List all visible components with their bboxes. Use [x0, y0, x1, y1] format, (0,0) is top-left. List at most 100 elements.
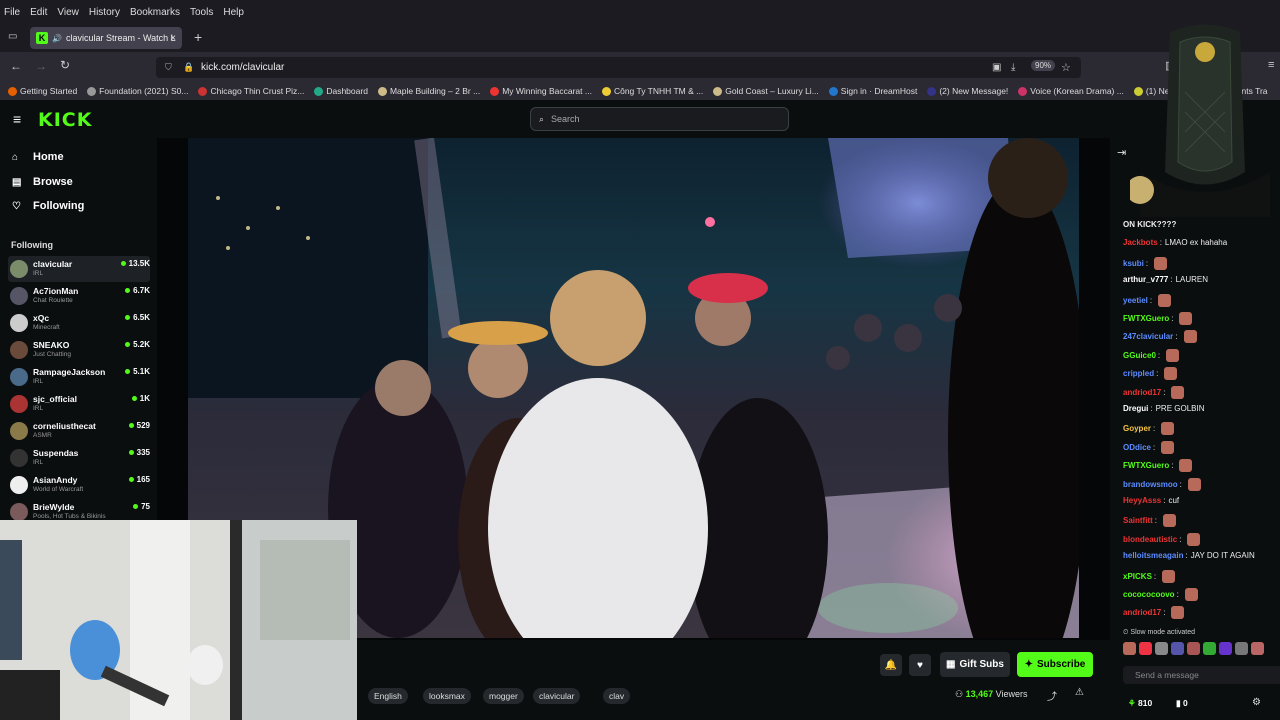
menu-item[interactable]: Help: [223, 7, 244, 18]
new-tab-icon[interactable]: +: [194, 29, 202, 45]
tab-active[interactable]: K 🔊 clavicular Stream - Watch L ×: [30, 27, 182, 49]
stream-tag[interactable]: clavicular: [533, 688, 581, 704]
search-input[interactable]: ⌕ Search: [530, 107, 789, 131]
chat-username[interactable]: HeyyAsss: [1123, 496, 1161, 505]
bookmark-item[interactable]: Voice (Korean Drama) ...: [1018, 86, 1124, 96]
reload-icon[interactable]: ↻: [60, 58, 70, 72]
chat-username[interactable]: arthur_v777: [1123, 275, 1168, 284]
emote-icon[interactable]: [1171, 642, 1184, 655]
chat-username[interactable]: yeetiel: [1123, 296, 1148, 305]
emote-icon[interactable]: [1187, 642, 1200, 655]
chat-username[interactable]: Goyper: [1123, 424, 1151, 433]
chat-username[interactable]: ODdice: [1123, 443, 1151, 452]
emote-icon[interactable]: [1235, 642, 1248, 655]
nav-following[interactable]: ♡ Following: [12, 200, 84, 212]
close-tab-icon[interactable]: ×: [170, 33, 176, 44]
chat-settings-icon[interactable]: ⚙: [1252, 697, 1261, 708]
url-bar[interactable]: ⛉ 🔒 kick.com/clavicular 90% ▣ ⤓ ☆: [156, 57, 1081, 78]
avatar: [10, 368, 28, 386]
chat-username[interactable]: xPICKS: [1123, 572, 1152, 581]
nav-browse[interactable]: ▤ Browse: [12, 176, 73, 188]
tab-list-icon[interactable]: ▭: [8, 31, 17, 42]
bookmark-item[interactable]: Chicago Thin Crust Piz...: [198, 86, 304, 96]
chat-username[interactable]: Saintfitt: [1123, 516, 1153, 525]
audio-icon[interactable]: 🔊: [52, 34, 62, 43]
chat-username[interactable]: Dregui: [1123, 404, 1148, 413]
chat-username[interactable]: blondeautistic: [1123, 535, 1177, 544]
emote-icon[interactable]: [1139, 642, 1152, 655]
chat-username[interactable]: FWTXGuero: [1123, 314, 1169, 323]
bookmark-item[interactable]: Dashboard: [314, 86, 368, 96]
report-icon[interactable]: ⚠: [1075, 687, 1084, 698]
bookmark-item[interactable]: Maple Building – 2 Br ...: [377, 86, 480, 96]
bookmark-item[interactable]: Sign in · DreamHost: [828, 86, 917, 96]
channel-name: Suspendas: [33, 448, 79, 458]
reader-mode-icon[interactable]: ▣: [992, 62, 1001, 73]
stream-tag[interactable]: English: [368, 688, 408, 704]
chat-username[interactable]: crippled: [1123, 369, 1154, 378]
chat-username[interactable]: FWTXGuero: [1123, 461, 1169, 470]
shield-icon[interactable]: ⛉: [165, 62, 172, 73]
channel-points[interactable]: ⚘ 810: [1128, 698, 1152, 709]
kick-logo[interactable]: KICK: [38, 109, 92, 131]
chat-username[interactable]: cocococoovo: [1123, 590, 1175, 599]
download-icon[interactable]: ⤓: [1011, 62, 1015, 73]
back-icon[interactable]: ←: [10, 59, 22, 73]
bookmark-star-icon[interactable]: ☆: [1061, 61, 1071, 74]
chat-message: andriod17:: [1123, 606, 1185, 620]
stream-tag[interactable]: looksmax: [423, 688, 471, 704]
bookmark-favicon-icon: [927, 86, 937, 96]
notification-bell-button[interactable]: 🔔: [880, 654, 902, 676]
menu-item[interactable]: Tools: [190, 7, 213, 18]
bookmark-item[interactable]: (2) New Message!: [927, 86, 1008, 96]
secondary-counter[interactable]: ▮ 0: [1176, 698, 1188, 709]
bookmark-item[interactable]: My Winning Baccarat ...: [490, 86, 592, 96]
emote-icon[interactable]: [1251, 642, 1264, 655]
menu-item[interactable]: File: [4, 7, 20, 18]
emote-icon[interactable]: [1203, 642, 1216, 655]
chat-username[interactable]: 247clavicular: [1123, 332, 1173, 341]
following-channel-item[interactable]: clavicular IRL 13.5K: [8, 256, 150, 282]
following-channel-item[interactable]: AsianAndy World of Warcraft 165: [8, 472, 150, 498]
gift-icon: ▦: [946, 659, 956, 670]
bookmark-item[interactable]: Foundation (2021) S0...: [87, 86, 188, 96]
collapse-chat-icon[interactable]: ⇥: [1117, 146, 1126, 159]
menu-item[interactable]: View: [57, 7, 79, 18]
chat-username[interactable]: ksubi: [1123, 259, 1144, 268]
following-channel-item[interactable]: Suspendas IRL 335: [8, 445, 150, 471]
following-channel-item[interactable]: corneliusthecat ASMR 529: [8, 418, 150, 444]
chat-username[interactable]: brandowsmoo: [1123, 480, 1178, 489]
following-channel-item[interactable]: xQc Minecraft 6.5K: [8, 310, 150, 336]
following-channel-item[interactable]: RampageJackson IRL 5.1K: [8, 364, 150, 390]
bookmark-item[interactable]: Getting Started: [8, 86, 77, 96]
nav-home[interactable]: ⌂ Home: [12, 151, 64, 163]
bookmark-item[interactable]: Công Ty TNHH TM & ...: [601, 86, 703, 96]
channel-viewers: 13.5K: [121, 259, 150, 268]
forward-icon[interactable]: →: [35, 59, 47, 73]
emote-icon[interactable]: [1219, 642, 1232, 655]
following-channel-item[interactable]: Ac7ionMan Chat Roulette 6.7K: [8, 283, 150, 309]
chat-username[interactable]: Jackbots: [1123, 238, 1158, 247]
share-icon[interactable]: ⤴: [1047, 688, 1057, 703]
menu-item[interactable]: History: [89, 7, 120, 18]
menu-item[interactable]: Bookmarks: [130, 7, 180, 18]
hamburger-menu-icon[interactable]: ≡: [13, 111, 21, 127]
following-channel-item[interactable]: SNEAKO Just Chatting 5.2K: [8, 337, 150, 363]
chat-username[interactable]: GGuice0: [1123, 351, 1156, 360]
zoom-level[interactable]: 90%: [1031, 60, 1056, 71]
stream-tag[interactable]: clav: [603, 688, 631, 704]
lock-icon[interactable]: 🔒: [183, 62, 194, 73]
emote-icon[interactable]: [1155, 642, 1168, 655]
stream-tag[interactable]: mogger: [483, 688, 524, 704]
menu-item[interactable]: Edit: [30, 7, 47, 18]
subscribe-button[interactable]: ✦ Subscribe: [1017, 652, 1093, 677]
chat-username[interactable]: andriod17: [1123, 388, 1161, 397]
chat-username[interactable]: andriod17: [1123, 608, 1161, 617]
follow-button[interactable]: ♥: [909, 654, 931, 676]
chat-username[interactable]: helloitsmeagain: [1123, 551, 1183, 560]
bookmark-item[interactable]: Gold Coast – Luxury Li...: [713, 86, 819, 96]
following-channel-item[interactable]: sjc_official IRL 1K: [8, 391, 150, 417]
emote-icon[interactable]: [1123, 642, 1136, 655]
gift-subs-button[interactable]: ▦ Gift Subs: [940, 652, 1010, 677]
chat-message-input[interactable]: Send a message: [1123, 666, 1280, 684]
